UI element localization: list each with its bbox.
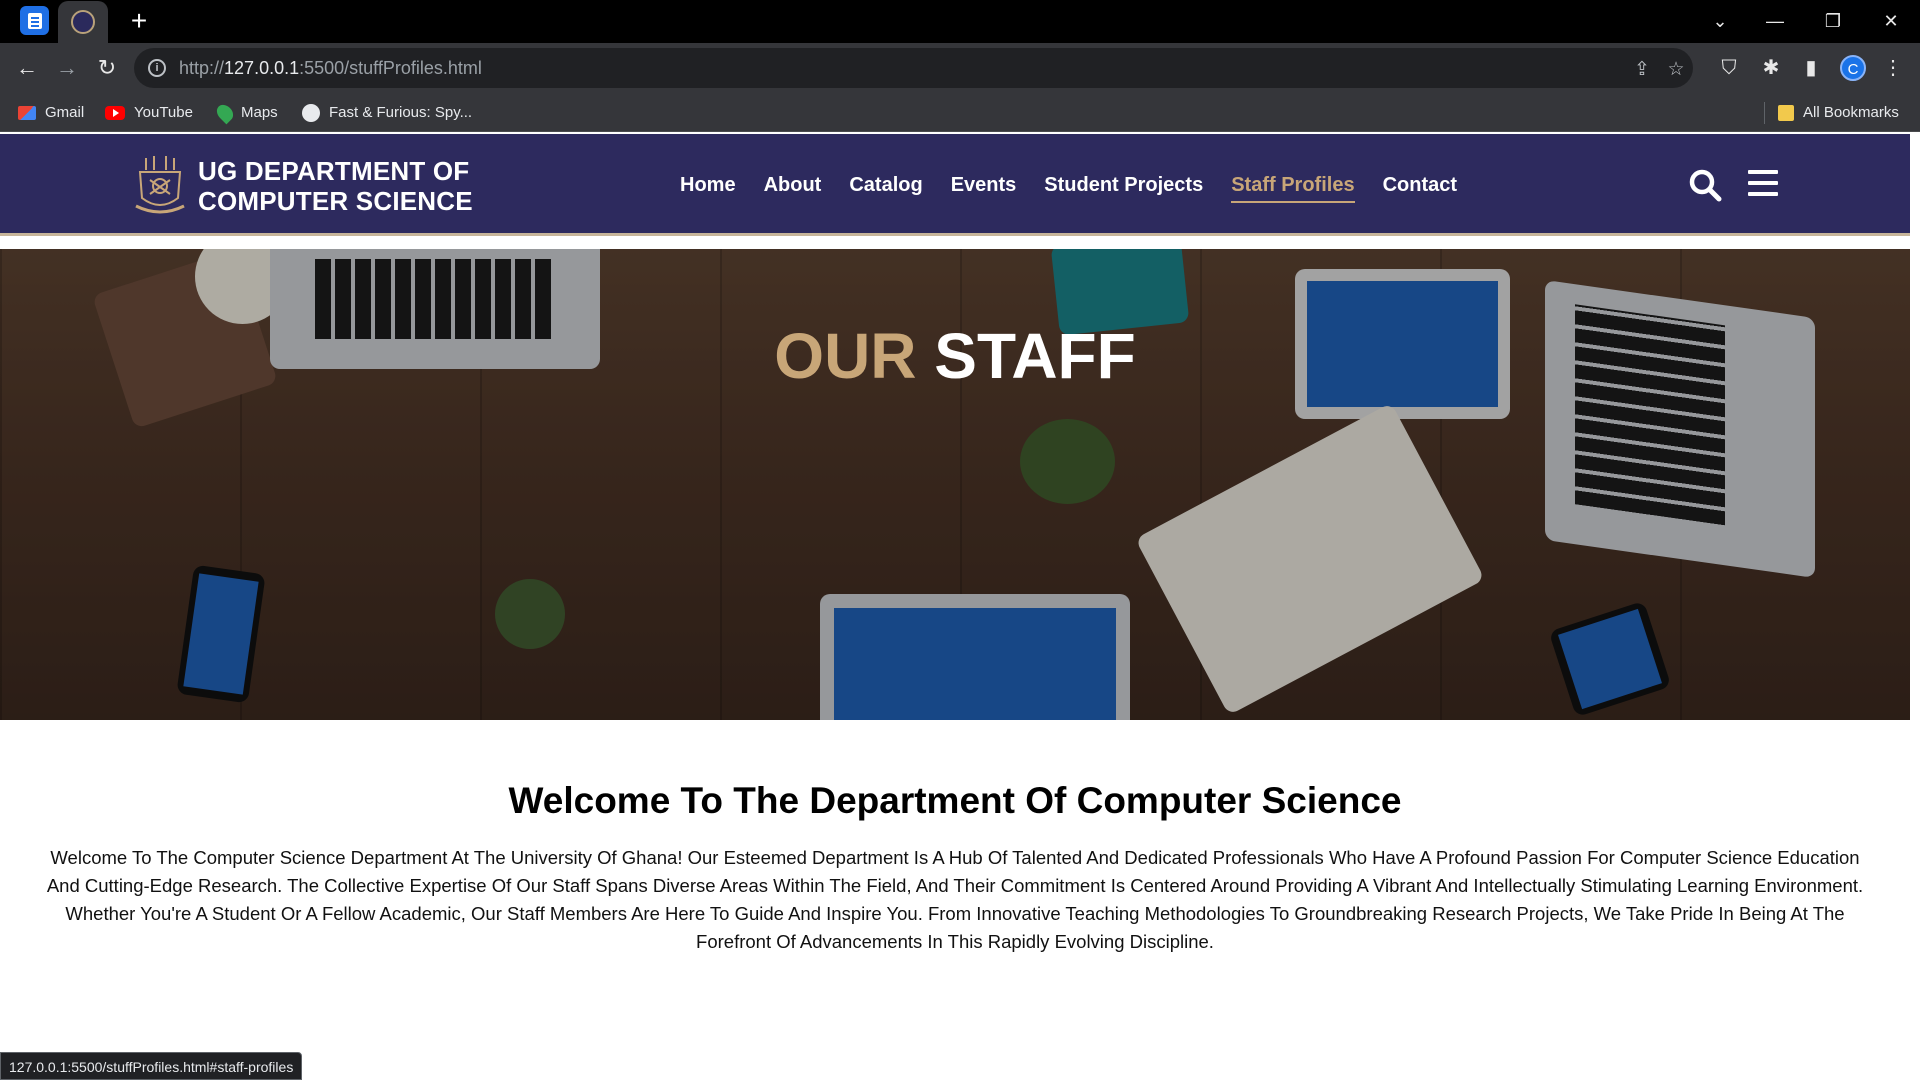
new-tab-button[interactable]: + [124, 6, 154, 36]
bookmark-youtube[interactable]: YouTube [105, 102, 193, 124]
university-crest-icon[interactable] [132, 154, 188, 216]
bookmarks-divider [1764, 102, 1765, 124]
site-brand[interactable]: UG DEPARTMENT OF COMPUTER SCIENCE [198, 156, 473, 216]
nav-events[interactable]: Events [951, 174, 1017, 203]
site-info-icon[interactable]: i [148, 59, 166, 77]
maps-icon [213, 101, 237, 125]
browser-menu-icon[interactable]: ⋮ [1880, 55, 1906, 81]
link-status-bar: 127.0.0.1:5500/stuffProfiles.html#staff-… [0, 1052, 303, 1080]
nav-about[interactable]: About [764, 174, 822, 203]
site-favicon-icon [71, 10, 95, 34]
bookmarks-bar: Gmail YouTube Maps Fast & Furious: Spy..… [0, 92, 1920, 132]
hero-title: OUR STAFF [774, 320, 1136, 392]
gmail-icon [18, 106, 36, 120]
url-text[interactable]: http://127.0.0.1:5500/stuffProfiles.html [179, 58, 482, 79]
nav-contact[interactable]: Contact [1383, 174, 1457, 203]
welcome-paragraph-2: Whether You're A Student Or A Fellow Aca… [65, 903, 1845, 952]
extensions-icon[interactable]: ✱ [1758, 55, 1784, 81]
nav-student-projects[interactable]: Student Projects [1044, 174, 1203, 203]
back-button[interactable]: ← [12, 53, 42, 83]
search-icon[interactable] [1688, 168, 1722, 202]
nav-staff-profiles[interactable]: Staff Profiles [1231, 174, 1355, 203]
nav-catalog[interactable]: Catalog [849, 174, 922, 203]
bookmark-maps[interactable]: Maps [213, 101, 278, 125]
main-nav: Home About Catalog Events Student Projec… [680, 174, 1457, 203]
share-icon[interactable]: ⇪ [1630, 58, 1654, 80]
welcome-paragraph-1: Welcome To The Computer Science Departme… [46, 847, 1864, 896]
docs-icon [27, 12, 42, 29]
docs-tab[interactable] [20, 6, 49, 35]
welcome-section: Welcome To The Department Of Computer Sc… [40, 780, 1870, 956]
welcome-heading: Welcome To The Department Of Computer Sc… [508, 780, 1402, 821]
shield-extension-icon[interactable]: ⛉ [1716, 55, 1742, 81]
bookmark-star-icon[interactable]: ☆ [1664, 58, 1688, 80]
profile-avatar[interactable]: C [1840, 55, 1866, 81]
hamburger-menu-icon[interactable] [1748, 170, 1778, 198]
youtube-icon [105, 106, 125, 120]
nav-home[interactable]: Home [680, 174, 736, 203]
reload-button[interactable]: ↻ [92, 53, 122, 83]
bookmark-gmail[interactable]: Gmail [18, 102, 84, 124]
minimize-button[interactable]: — [1755, 6, 1795, 36]
side-panel-icon[interactable]: ▮ [1798, 55, 1824, 81]
globe-icon [302, 104, 320, 122]
address-bar[interactable]: i http://127.0.0.1:5500/stuffProfiles.ht… [134, 48, 1693, 88]
folder-icon [1778, 105, 1794, 121]
tab-search-icon[interactable]: ⌄ [1700, 6, 1740, 36]
hero-banner: OUR STAFF [0, 249, 1910, 720]
forward-button[interactable]: → [52, 53, 82, 83]
browser-toolbar: ← → ↻ i http://127.0.0.1:5500/stuffProfi… [0, 43, 1920, 92]
restore-button[interactable]: ❐ [1813, 6, 1853, 36]
close-window-button[interactable]: ✕ [1871, 6, 1911, 36]
bookmark-fast-furious[interactable]: Fast & Furious: Spy... [302, 102, 472, 124]
all-bookmarks-button[interactable]: All Bookmarks [1778, 102, 1899, 124]
site-header: UG DEPARTMENT OF COMPUTER SCIENCE Home A… [0, 134, 1910, 236]
active-tab[interactable] [58, 1, 108, 43]
browser-tab-strip: + ⌄ — ❐ ✕ [0, 0, 1920, 43]
